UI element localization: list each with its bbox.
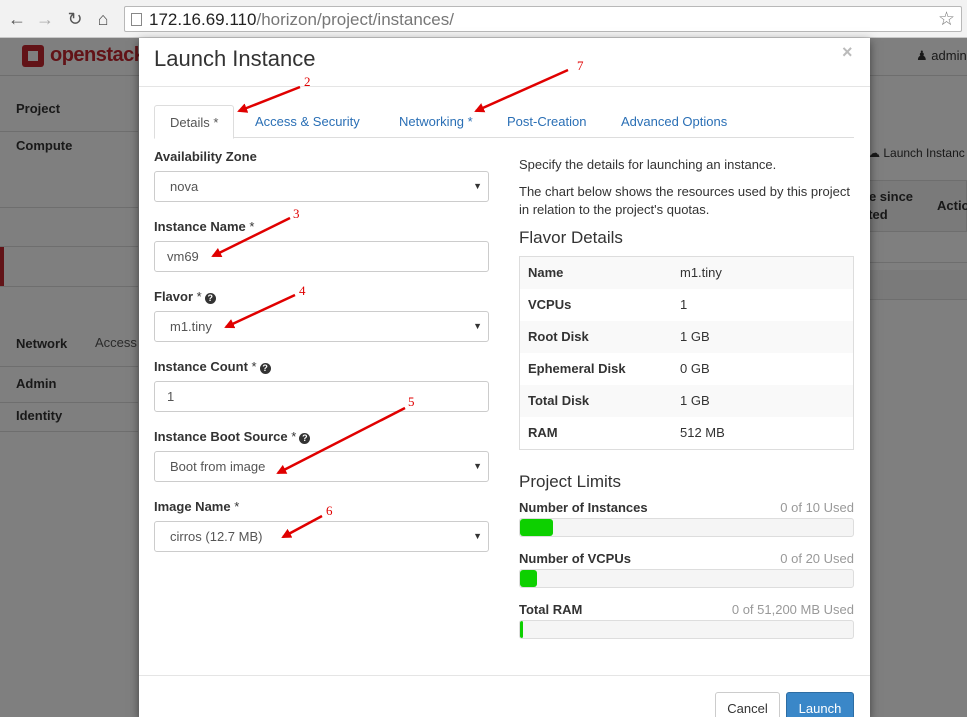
launch-button[interactable]: Launch <box>786 692 854 717</box>
instance-count-label-text: Instance Count <box>154 359 248 374</box>
help-icon[interactable]: ? <box>299 433 311 444</box>
required-mark: * <box>291 429 297 444</box>
tab-details[interactable]: Details * <box>154 105 235 139</box>
flavor-value: 1 GB <box>680 329 710 344</box>
launch-instance-modal: Launch Instance × Details * Access & Sec… <box>139 38 870 717</box>
instances-limit-used: 0 of 10 Used <box>780 500 854 515</box>
boot-source-label-text: Instance Boot Source <box>154 429 288 444</box>
url-text: 172.16.69.110/horizon/project/instances/ <box>149 10 454 30</box>
flavor-value: 1 <box>680 297 688 312</box>
required-mark: * <box>251 359 257 374</box>
home-icon[interactable]: ⌂ <box>92 8 114 30</box>
description-text: Specify the details for launching an ins… <box>519 157 777 172</box>
required-mark: * <box>196 289 202 304</box>
description-quota-text: The chart below shows the resources used… <box>519 184 850 217</box>
instances-limit-label: Number of Instances <box>519 500 648 515</box>
details-info-panel: Specify the details for launching an ins… <box>519 156 854 639</box>
tab-post-creation[interactable]: Post-Creation <box>492 105 601 138</box>
flavor-key: RAM <box>528 425 558 440</box>
help-icon[interactable]: ? <box>259 363 271 374</box>
image-name-value: cirros (12.7 MB) <box>170 529 263 544</box>
image-name-label-text: Image Name <box>154 499 231 514</box>
instance-count-value: 1 <box>167 389 175 404</box>
divider <box>139 675 870 676</box>
back-icon[interactable]: ← <box>6 8 28 30</box>
availability-zone-label: Availability Zone <box>154 149 257 164</box>
table-row: VCPUs 1 <box>520 289 853 321</box>
table-row: Total Disk 1 GB <box>520 385 853 417</box>
url-host: 172.16.69.110 <box>149 10 257 29</box>
vcpus-quota-fill <box>520 570 537 587</box>
flavor-value: 512 MB <box>680 425 725 440</box>
image-name-select[interactable]: cirros (12.7 MB) <box>154 521 489 552</box>
instance-name-label: Instance Name * <box>154 219 254 234</box>
vcpus-limit-used: 0 of 20 Used <box>780 551 854 566</box>
vcpus-limit-label: Number of VCPUs <box>519 551 631 566</box>
instance-name-input[interactable]: vm69 <box>154 241 489 272</box>
bookmark-star-icon[interactable]: ☆ <box>938 8 955 31</box>
availability-zone-value: nova <box>170 179 199 194</box>
flavor-key: VCPUs <box>528 297 572 312</box>
availability-zone-select[interactable]: nova <box>154 171 489 202</box>
page-icon <box>131 13 142 26</box>
instance-count-input[interactable]: 1 <box>154 381 489 412</box>
instances-quota-fill <box>520 519 554 536</box>
ram-limit-used: 0 of 51,200 MB Used <box>731 602 854 617</box>
flavor-key: Ephemeral Disk <box>528 361 626 376</box>
browser-toolbar: ← → ↻ ⌂ 172.16.69.110/horizon/project/in… <box>0 0 967 38</box>
table-row: RAM 512 MB <box>520 417 853 449</box>
flavor-value: m1.tiny <box>170 319 212 334</box>
flavor-value: m1.tiny <box>680 265 722 280</box>
table-row: Root Disk 1 GB <box>520 321 853 353</box>
boot-source-label: Instance Boot Source *? <box>154 429 311 444</box>
instance-name-value: vm69 <box>167 249 199 264</box>
ram-quota-fill <box>520 621 524 638</box>
boot-source-select[interactable]: Boot from image <box>154 451 489 482</box>
tab-access-security[interactable]: Access & Security <box>240 105 375 138</box>
ram-limit-label: Total RAM <box>519 602 583 617</box>
tab-networking[interactable]: Networking * <box>384 105 488 138</box>
flavor-details-heading: Flavor Details <box>519 228 623 247</box>
address-bar[interactable]: 172.16.69.110/horizon/project/instances/… <box>124 6 962 32</box>
table-row: Name m1.tiny <box>520 257 853 289</box>
flavor-key: Name <box>528 265 564 280</box>
boot-source-value: Boot from image <box>170 459 266 474</box>
flavor-select[interactable]: m1.tiny <box>154 311 489 342</box>
instance-count-label: Instance Count *? <box>154 359 271 374</box>
modal-tabs: Details * Access & Security Networking *… <box>154 105 854 139</box>
instances-quota-bar <box>519 518 854 537</box>
forward-icon[interactable]: → <box>34 8 56 30</box>
reload-icon[interactable]: ↻ <box>64 8 86 30</box>
close-icon[interactable]: × <box>842 42 853 63</box>
flavor-details-table: Name m1.tiny VCPUs 1 Root Disk 1 GB Ephemer… <box>519 256 854 450</box>
flavor-key: Total Disk <box>528 393 590 408</box>
tab-advanced-options[interactable]: Advanced Options <box>606 105 742 138</box>
instance-name-label-text: Instance Name <box>154 219 246 234</box>
help-icon[interactable]: ? <box>204 293 216 304</box>
url-path: /horizon/project/instances/ <box>256 10 454 29</box>
vcpus-quota-bar <box>519 569 854 588</box>
flavor-label: Flavor *? <box>154 289 216 304</box>
required-mark: * <box>234 499 240 514</box>
image-name-label: Image Name * <box>154 499 239 514</box>
flavor-value: 0 GB <box>680 361 710 376</box>
ram-quota-bar <box>519 620 854 639</box>
flavor-key: Root Disk <box>528 329 589 344</box>
required-mark: * <box>249 219 255 234</box>
modal-title: Launch Instance <box>154 46 316 71</box>
divider <box>139 86 870 87</box>
flavor-label-text: Flavor <box>154 289 194 304</box>
table-row: Ephemeral Disk 0 GB <box>520 353 853 385</box>
project-limits-heading: Project Limits <box>519 472 622 491</box>
flavor-value: 1 GB <box>680 393 710 408</box>
cancel-button[interactable]: Cancel <box>715 692 780 717</box>
